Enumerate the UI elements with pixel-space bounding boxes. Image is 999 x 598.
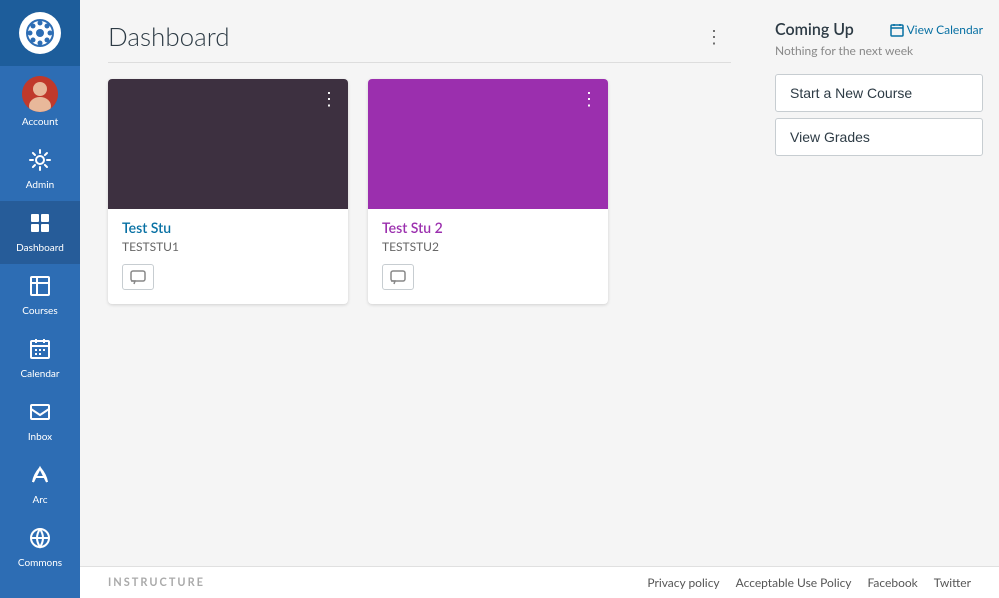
start-new-course-button[interactable]: Start a New Course: [775, 74, 983, 112]
coming-up-empty-text: Nothing for the next week: [775, 43, 983, 58]
center-column: Dashboard ⋮ ⋮ Test Stu TES: [80, 0, 999, 598]
dashboard-icon: [28, 211, 52, 238]
course-card[interactable]: ⋮ Test Stu TESTSTU1: [108, 79, 348, 304]
footer-aup-link[interactable]: Acceptable Use Policy: [736, 575, 852, 590]
course-name-link-2[interactable]: Test Stu 2: [382, 219, 443, 236]
sidebar-item-commons-label: Commons: [18, 557, 62, 569]
avatar: [22, 76, 58, 112]
sidebar: Account Admin Dashboard: [0, 0, 80, 598]
dashboard-area: Dashboard ⋮ ⋮ Test Stu TES: [80, 0, 759, 566]
card-menu-icon-2[interactable]: ⋮: [578, 87, 600, 109]
card-body-2: Test Stu 2 TESTSTU2: [368, 209, 608, 304]
view-calendar-label: View Calendar: [907, 22, 983, 37]
sidebar-item-dashboard-label: Dashboard: [16, 242, 64, 254]
cards-grid: ⋮ Test Stu TESTSTU1: [108, 79, 731, 304]
dashboard-header: Dashboard ⋮: [108, 20, 731, 63]
admin-icon: [28, 148, 52, 175]
card-header-1: ⋮: [108, 79, 348, 209]
footer-facebook-link[interactable]: Facebook: [868, 575, 918, 590]
courses-icon: [28, 274, 52, 301]
view-grades-button[interactable]: View Grades: [775, 118, 983, 156]
page-title: Dashboard: [108, 20, 230, 52]
sidebar-item-inbox[interactable]: Inbox: [0, 390, 80, 453]
inbox-icon: [28, 400, 52, 427]
sidebar-item-courses[interactable]: Courses: [0, 264, 80, 327]
footer-links: Privacy policy Acceptable Use Policy Fac…: [647, 575, 971, 590]
course-name-link-1[interactable]: Test Stu: [122, 219, 171, 236]
view-calendar-link[interactable]: View Calendar: [890, 22, 983, 37]
page-wrapper: Account Admin Dashboard: [0, 0, 999, 598]
footer-brand: INSTRUCTURE: [108, 576, 205, 589]
course-chat-button-2[interactable]: [382, 264, 414, 290]
coming-up-header: Coming Up View Calendar: [775, 20, 983, 39]
sidebar-logo[interactable]: [0, 0, 80, 66]
course-chat-button-1[interactable]: [122, 264, 154, 290]
sidebar-item-calendar-label: Calendar: [20, 368, 59, 380]
sidebar-item-calendar[interactable]: Calendar: [0, 327, 80, 390]
card-body-1: Test Stu TESTSTU1: [108, 209, 348, 304]
calendar-icon: [28, 337, 52, 364]
footer-twitter-link[interactable]: Twitter: [934, 575, 971, 590]
footer-privacy-link[interactable]: Privacy policy: [647, 575, 719, 590]
card-menu-icon-1[interactable]: ⋮: [318, 87, 340, 109]
arc-icon: [28, 463, 52, 490]
sidebar-item-admin-label: Admin: [26, 179, 54, 191]
card-actions-1: [122, 264, 334, 290]
sidebar-item-account[interactable]: Account: [0, 66, 80, 138]
commons-icon: [28, 526, 52, 553]
sidebar-item-inbox-label: Inbox: [28, 431, 52, 443]
sidebar-item-arc[interactable]: Arc: [0, 453, 80, 516]
course-code-2: TESTSTU2: [382, 239, 594, 254]
card-header-2: ⋮: [368, 79, 608, 209]
course-name-2: Test Stu 2: [382, 219, 594, 236]
logo-icon: [19, 12, 61, 54]
footer: INSTRUCTURE Privacy policy Acceptable Us…: [80, 566, 999, 598]
sidebar-item-courses-label: Courses: [22, 305, 57, 317]
more-menu-icon[interactable]: ⋮: [697, 21, 731, 52]
course-card-2[interactable]: ⋮ Test Stu 2 TESTSTU2: [368, 79, 608, 304]
sidebar-item-arc-label: Arc: [33, 494, 48, 506]
coming-up-title: Coming Up: [775, 20, 854, 39]
content-row: Dashboard ⋮ ⋮ Test Stu TES: [80, 0, 999, 566]
sidebar-item-admin[interactable]: Admin: [0, 138, 80, 201]
right-sidebar: Coming Up View Calendar Nothing for the …: [759, 0, 999, 566]
sidebar-item-dashboard[interactable]: Dashboard: [0, 201, 80, 264]
sidebar-item-account-label: Account: [22, 116, 58, 128]
card-actions-2: [382, 264, 594, 290]
sidebar-item-commons[interactable]: Commons: [0, 516, 80, 579]
course-code-1: TESTSTU1: [122, 239, 334, 254]
course-name-1: Test Stu: [122, 219, 334, 236]
